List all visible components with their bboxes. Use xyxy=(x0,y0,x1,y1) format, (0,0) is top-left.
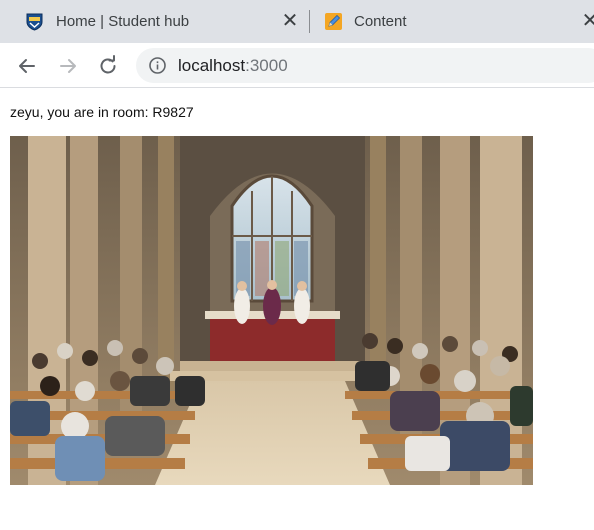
reload-icon[interactable] xyxy=(95,53,121,79)
tab-content[interactable]: Content ✕ xyxy=(312,0,594,43)
church-congregation-photo xyxy=(10,136,533,485)
forward-arrow-icon[interactable] xyxy=(55,53,81,79)
pencil-note-icon xyxy=(325,13,342,30)
tab-strip: Home | Student hub ✕ Content ✕ xyxy=(0,0,594,43)
url-host: localhost xyxy=(178,56,246,75)
tab-divider xyxy=(309,10,310,33)
university-crest-icon xyxy=(26,13,43,31)
close-icon[interactable]: ✕ xyxy=(280,10,300,32)
url-port: :3000 xyxy=(245,56,288,75)
info-icon[interactable] xyxy=(148,56,167,75)
tab-title: Content xyxy=(354,13,407,30)
close-icon[interactable]: ✕ xyxy=(580,10,594,32)
tab-title: Home | Student hub xyxy=(56,13,190,30)
room-message: zeyu, you are in room: R9827 xyxy=(10,104,194,120)
address-bar[interactable]: localhost:3000 xyxy=(136,48,594,83)
browser-toolbar: localhost:3000 xyxy=(0,43,594,88)
tab-home-student-hub[interactable]: Home | Student hub ✕ xyxy=(0,0,310,43)
url-text[interactable]: localhost:3000 xyxy=(178,56,288,76)
back-arrow-icon[interactable] xyxy=(14,53,40,79)
